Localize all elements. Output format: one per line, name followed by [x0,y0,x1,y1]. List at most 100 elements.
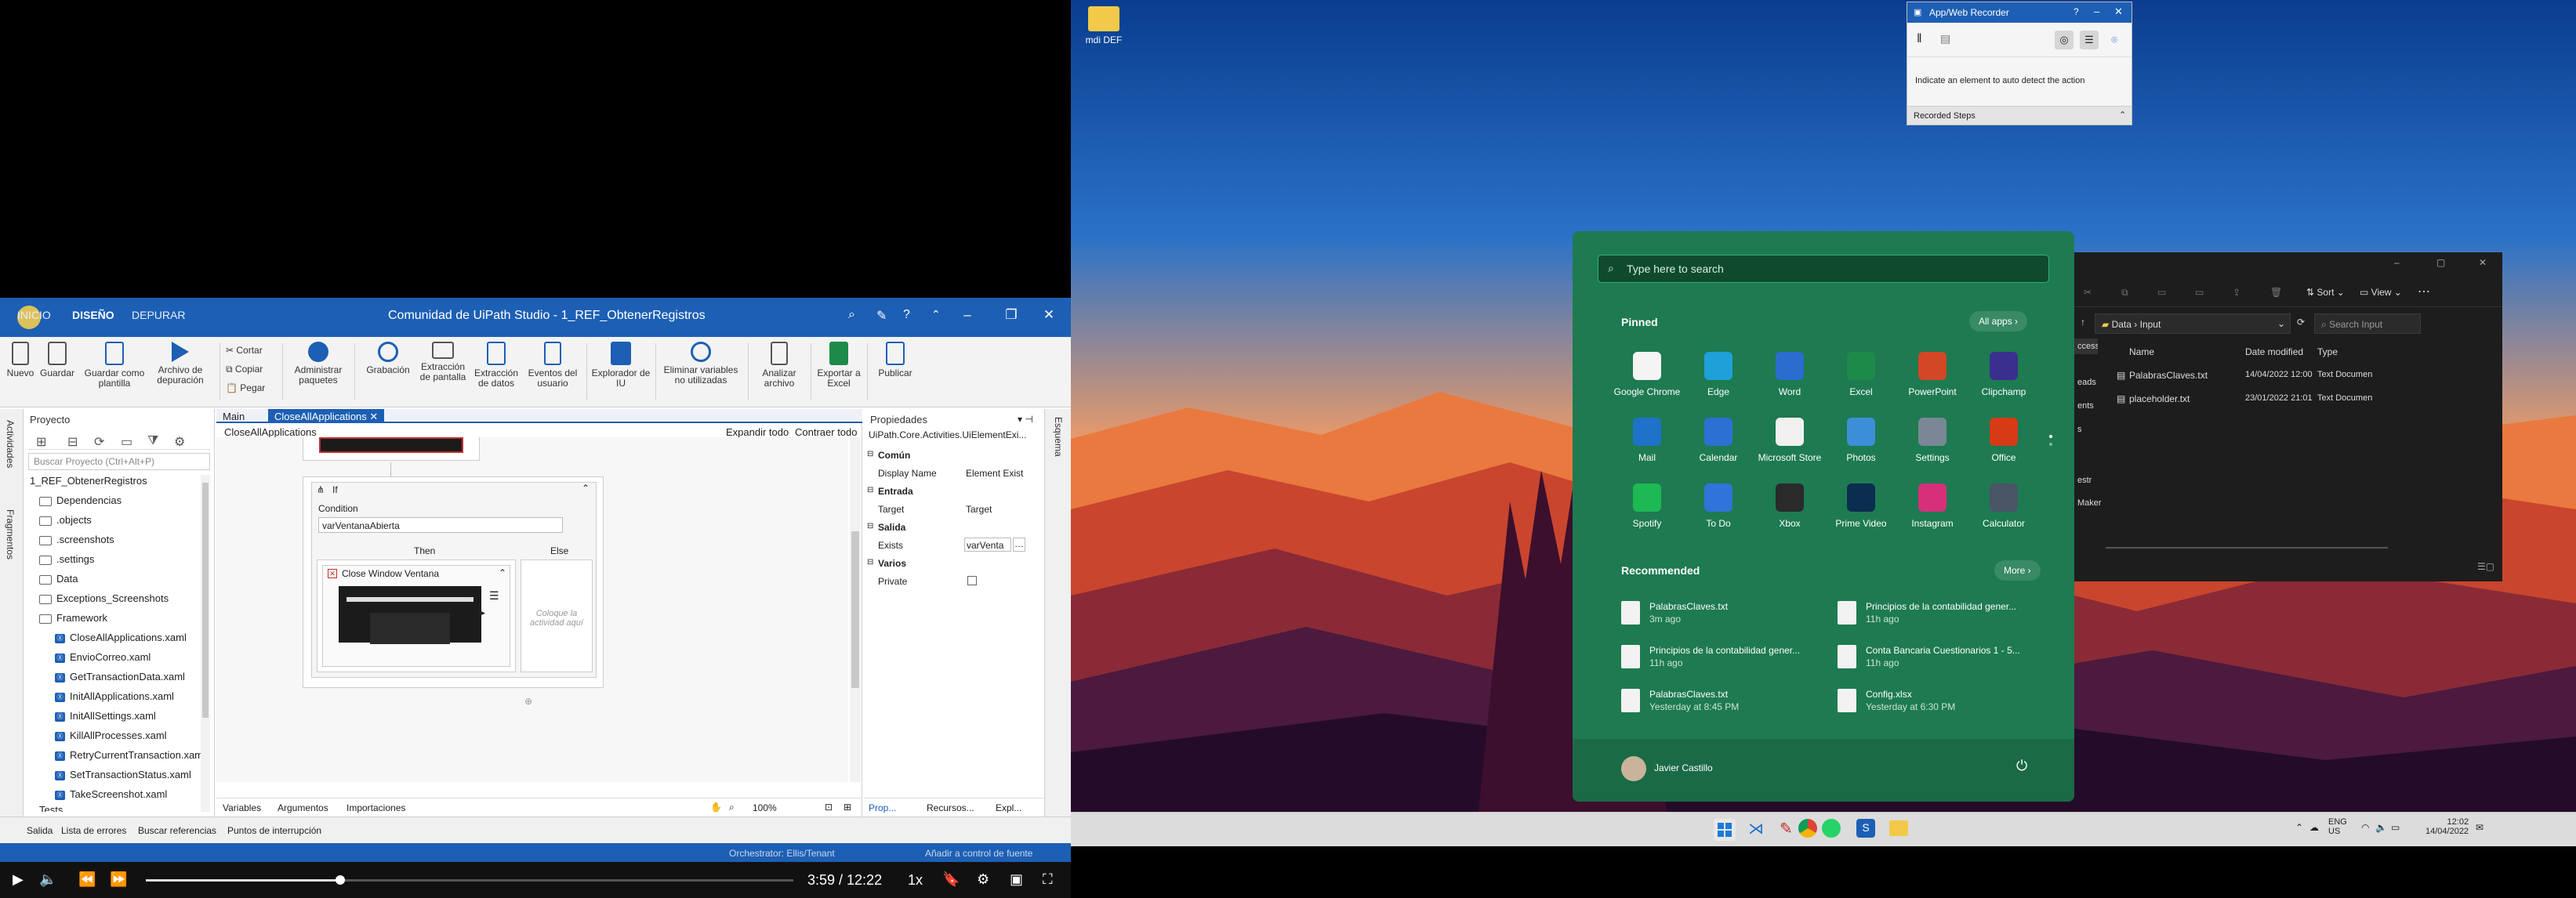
breadcrumb-root[interactable]: Data [2112,319,2132,330]
tab-closeallapplications[interactable]: CloseAllApplications ✕ [268,409,385,423]
folder-icon[interactable]: ▭ [121,434,132,450]
else-drop-zone[interactable]: Coloque la actividad aquí [521,559,593,672]
tree-item-xaml[interactable]: Ⓧ RetryCurrentTransaction.xaml [55,749,205,761]
pinned-app[interactable]: Google Chrome [1613,352,1681,397]
stop-icon[interactable]: ▤ [1940,32,1950,45]
pinned-app[interactable]: Edge [1685,352,1752,397]
playback-speed[interactable]: 1x [908,872,923,889]
tab-variables[interactable]: Variables [223,802,261,813]
collapse-activity-icon[interactable]: ⌃ [582,483,590,494]
seek-bar[interactable] [146,879,793,882]
property-category[interactable]: ⊟ Varios [864,555,1044,572]
previous-activity[interactable] [303,437,480,461]
refresh-icon[interactable]: ⟳ [2297,317,2305,328]
details-view-icon[interactable]: ☰▢ [2477,561,2494,572]
pinned-app[interactable]: Calendar [1685,418,1752,463]
minimize-button[interactable]: – [956,307,978,326]
tree-item-xaml[interactable]: Ⓧ InitAllApplications.xaml [55,690,174,702]
zoom-icon[interactable]: ⌕ [729,802,735,813]
property-row[interactable]: Exists varVenta… [864,537,1044,554]
expander-icon[interactable]: ⊟ [867,486,873,494]
property-row[interactable]: Private [864,573,1044,590]
cut-icon[interactable]: ✂ [2084,287,2092,298]
save-button[interactable]: Guardar [39,342,75,378]
property-category[interactable]: ⊟ Común [864,447,1044,464]
recommended-item[interactable]: Conta Bancaria Cuestionarios 1 - 5... 11h… [1838,645,2041,672]
fit-icon[interactable]: ⊡ [825,802,833,813]
property-value[interactable]: Element Exist [966,468,1023,479]
close-button[interactable]: ✕ [1038,307,1060,326]
tree-item-xaml[interactable]: Ⓧ CloseAllApplications.xaml [55,632,187,643]
tab-snippets[interactable]: Fragmentos [5,509,16,559]
tree-item-objects[interactable]: .objects [39,514,92,526]
volume-icon[interactable]: 🔈 [2375,822,2387,833]
project-scrollbar[interactable] [201,475,210,812]
nav-item[interactable]: ents [2077,401,2094,411]
tab-outline[interactable]: Esquema [1053,417,1064,457]
ellipsis-button[interactable]: … [1013,538,1025,552]
ui-explorer-button[interactable]: Explorador de IU [591,342,651,389]
user-events-button[interactable]: Eventos del usuario [525,342,580,389]
minimize-button[interactable]: – [2394,257,2400,268]
close-button[interactable]: ✕ [2479,257,2487,268]
recommended-item[interactable]: PalabrasClaves.txt 3m ago [1621,601,1825,628]
cut-button[interactable]: ✂ Cortar [226,345,263,356]
recommended-item[interactable]: PalabrasClaves.txt Yesterday at 8:45 PM [1621,689,1825,715]
all-apps-button[interactable]: All apps › [1969,311,2028,331]
copy-button[interactable]: ⧉ Copiar [226,364,263,375]
property-category[interactable]: ⊟ Entrada [864,483,1044,500]
tab-find-references[interactable]: Buscar referencias [138,825,216,836]
pinned-app[interactable]: Word [1756,352,1823,397]
pinned-app[interactable]: Settings [1899,418,1966,463]
address-bar[interactable]: ▰ Data › Input ⌄ [2095,313,2291,334]
pinned-app[interactable]: Photos [1827,418,1895,463]
orchestrator-status[interactable]: Orchestrator: Ellis/Tenant [729,848,835,859]
menu-icon[interactable]: ☰ [489,589,499,603]
designer-scrollbar[interactable] [850,437,861,782]
tree-item-xaml[interactable]: Ⓧ EnvioCorreo.xaml [55,651,151,663]
search-icon[interactable]: ⌕ [848,308,855,322]
up-arrow-icon[interactable]: ↑ [2081,317,2085,328]
battery-icon[interactable]: ▭ [2391,822,2400,833]
recommended-item[interactable]: Principios de la contabilidad gener... 11… [1621,645,1825,672]
nav-item[interactable]: eads [2077,378,2096,387]
pinned-app[interactable]: Mail [1613,418,1681,463]
delete-icon[interactable]: 🗑 [2270,287,2282,298]
filter-icon[interactable]: ⧩ [147,434,158,448]
tree-item-settings[interactable]: .settings [39,553,94,565]
pinned-app[interactable]: PowerPoint [1899,352,1966,397]
chevron-down-icon[interactable]: ⌄ [2277,318,2285,329]
desktop-icon-folder[interactable]: mdi DEF [1080,6,1127,45]
pinned-app[interactable]: Microsoft Store [1756,418,1823,463]
power-icon[interactable]: ⏻ [2016,758,2027,774]
pinned-app[interactable]: Spotify [1613,483,1681,529]
tab-explorer[interactable]: Expl... [996,802,1021,813]
copy-icon[interactable]: ⧉ [2121,287,2128,299]
tree-item-framework[interactable]: Framework [39,612,107,624]
refresh-icon[interactable]: ⟳ [94,434,104,450]
recorded-steps-header[interactable]: Recorded Steps ⌃ [1907,106,2132,125]
whatsapp-icon[interactable] [1822,819,1841,838]
tab-resources[interactable]: Recursos... [927,802,974,813]
recording-button[interactable]: Grabación [359,342,417,375]
file-explorer-icon[interactable] [1889,820,1908,836]
data-scraping-button[interactable]: Extracción de datos [470,342,522,389]
pip-icon[interactable]: ▣ [1010,871,1023,888]
nav-item[interactable]: ccess [2074,339,2098,354]
expander-icon[interactable]: ⊟ [867,450,873,458]
property-row[interactable]: Display Name Element Exist [864,465,1044,482]
options-icon[interactable]: ☰ [2080,31,2099,49]
condition-input[interactable]: varVentanaAbierta [318,517,563,533]
workflow-canvas[interactable]: ⋔ If ⌃ Condition varVentanaAbierta Then … [216,437,848,782]
save-as-template-button[interactable]: Guardar como plantilla [82,342,147,389]
pinned-app[interactable]: Clipchamp [1970,352,2037,397]
pinned-app[interactable]: To Do [1685,483,1752,529]
nav-item[interactable]: Maker [2077,498,2102,508]
pin-icon[interactable]: ▾ ⊣ [1018,414,1033,425]
zoom-level[interactable]: 100% [753,802,777,813]
debug-file-button[interactable]: Archivo de depuración [151,342,210,386]
breadcrumb-leaf[interactable]: Input [2140,319,2161,330]
export-excel-button[interactable]: Exportar a Excel [814,342,864,389]
more-button[interactable]: More › [1994,560,2041,581]
recommended-item[interactable]: Principios de la contabilidad gener... 11… [1838,601,2041,628]
